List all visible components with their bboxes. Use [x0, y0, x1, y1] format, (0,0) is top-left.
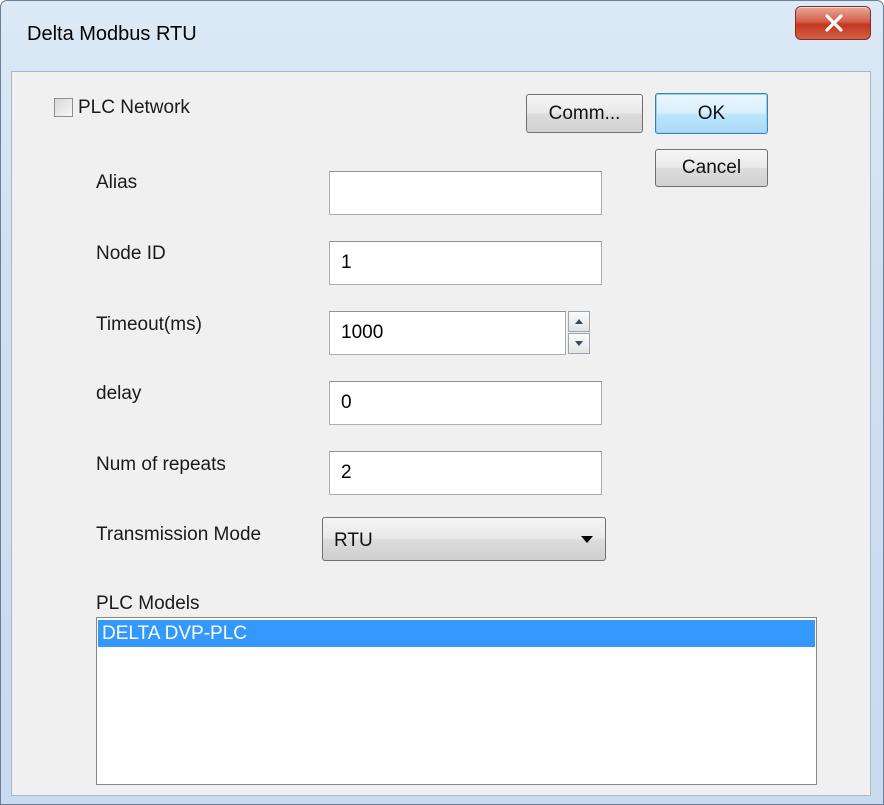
timeout-label: Timeout(ms): [96, 314, 202, 335]
cancel-button[interactable]: Cancel: [655, 149, 768, 187]
timeout-input[interactable]: 1000: [329, 311, 566, 355]
num-repeats-label: Num of repeats: [96, 454, 226, 475]
spin-up-button[interactable]: [568, 311, 590, 332]
plc-models-list[interactable]: DELTA DVP-PLC: [96, 617, 817, 785]
node-id-input[interactable]: 1: [329, 241, 602, 285]
timeout-spinner[interactable]: [568, 311, 590, 355]
window-title: Delta Modbus RTU: [27, 23, 197, 45]
spin-down-icon: [575, 341, 583, 346]
delay-label: delay: [96, 383, 142, 404]
delay-input[interactable]: 0: [329, 381, 602, 425]
alias-input[interactable]: [329, 171, 602, 215]
transmission-mode-value: RTU: [334, 530, 373, 551]
comm-button[interactable]: Comm...: [526, 94, 643, 133]
plc-network-label: PLC Network: [78, 97, 190, 118]
plc-models-label: PLC Models: [96, 593, 200, 614]
transmission-mode-select[interactable]: RTU: [322, 517, 606, 561]
close-icon: [825, 14, 843, 32]
list-item[interactable]: DELTA DVP-PLC: [98, 620, 815, 647]
node-id-label: Node ID: [96, 243, 166, 264]
chevron-down-icon: [581, 536, 593, 543]
close-button[interactable]: [795, 6, 871, 40]
alias-label: Alias: [96, 172, 138, 193]
spin-up-icon: [575, 319, 583, 324]
ok-button[interactable]: OK: [655, 93, 768, 134]
plc-network-checkbox[interactable]: [54, 98, 73, 117]
spin-down-button[interactable]: [568, 333, 590, 354]
transmission-mode-label: Transmission Mode: [96, 524, 262, 545]
num-repeats-input[interactable]: 2: [329, 451, 602, 495]
